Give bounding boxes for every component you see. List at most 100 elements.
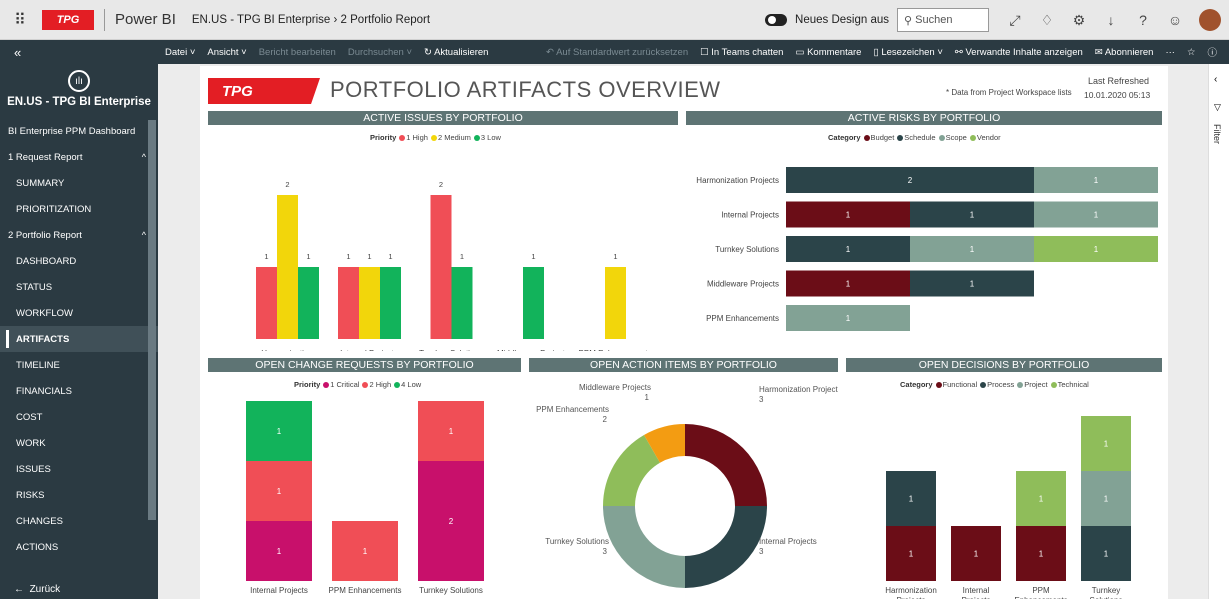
sidebar-item-label: ARTIFACTS xyxy=(16,333,70,345)
changes-visual[interactable]: OPEN CHANGE REQUESTS BY PORTFOLIO Priori… xyxy=(208,358,521,599)
sidebar-item-changes[interactable]: CHANGES xyxy=(0,508,158,534)
new-design-toggle[interactable] xyxy=(765,14,788,26)
app-name[interactable]: Power BI xyxy=(115,11,176,28)
risks-visual[interactable]: ACTIVE RISKS BY PORTFOLIO Category Budget… xyxy=(686,111,1162,351)
slice-value: 3 xyxy=(759,547,764,556)
issues-chart: 121HarmonizationProjects111Internal Proj… xyxy=(256,180,652,351)
slice-label: Internal Projects xyxy=(759,537,817,546)
bar xyxy=(430,195,452,339)
data-label: 2 xyxy=(908,176,913,185)
info-icon[interactable]: ⓘ xyxy=(1207,45,1217,59)
sidebar-item-issues[interactable]: ISSUES xyxy=(0,456,158,482)
last-refreshed-label: Last Refreshed xyxy=(1088,76,1150,86)
settings-icon[interactable]: ⚙ xyxy=(1063,12,1095,29)
command-bar: « Datei ˅ Ansicht ˅ Bericht bearbeiten D… xyxy=(0,40,1229,64)
download-icon[interactable]: ↓ xyxy=(1095,12,1127,28)
category-label: Internal Projects xyxy=(721,211,779,220)
sidebar-item-label: COST xyxy=(16,411,43,423)
back-button[interactable]: ← Zurück xyxy=(14,584,60,595)
sidebar-item-status[interactable]: STATUS xyxy=(0,274,158,300)
data-label: 1 xyxy=(1094,245,1099,254)
view-menu[interactable]: Ansicht ˅ xyxy=(207,47,246,58)
sidebar-item-label: WORK xyxy=(16,437,46,449)
collapse-pane-icon[interactable]: ‹ xyxy=(1214,74,1217,85)
sidebar-item-bi-enterprise-ppm-dashboard[interactable]: BI Enterprise PPM Dashboard xyxy=(0,118,158,144)
back-arrow-icon: ← xyxy=(14,584,30,595)
decisions-chart: 11HarmonizationProjects1InternalProjects… xyxy=(885,416,1131,599)
favorite-star-icon[interactable]: ☆ xyxy=(1187,47,1196,58)
data-label: 1 xyxy=(909,495,914,504)
decisions-visual[interactable]: OPEN DECISIONS BY PORTFOLIO Category Func… xyxy=(846,358,1162,599)
report-canvas: TPG PORTFOLIO ARTIFACTS OVERVIEW * Data … xyxy=(200,66,1168,599)
notifications-icon[interactable]: ♢ xyxy=(1031,12,1063,29)
sidebar-item-timeline[interactable]: TIMELINE xyxy=(0,352,158,378)
comments-button[interactable]: ▭ Kommentare xyxy=(795,47,861,58)
sidebar-item-actions[interactable]: ACTIONS xyxy=(0,534,158,560)
edit-report-button[interactable]: Bericht bearbeiten xyxy=(259,47,336,58)
breadcrumb[interactable]: EN.US - TPG BI Enterprise › 2 Portfolio … xyxy=(192,14,430,26)
sidebar-item-prioritization[interactable]: PRIORITIZATION xyxy=(0,196,158,222)
sidebar-item-label: STATUS xyxy=(16,281,53,293)
sidebar-item-label: BI Enterprise PPM Dashboard xyxy=(8,125,136,137)
sidebar-item-label: 1 Request Report xyxy=(8,151,83,163)
feedback-icon[interactable]: ☺ xyxy=(1159,12,1191,28)
reset-default-button[interactable]: ↶ Auf Standardwert zurücksetzen xyxy=(546,47,688,58)
sidebar-item-summary[interactable]: SUMMARY xyxy=(0,170,158,196)
avatar[interactable] xyxy=(1199,9,1221,31)
slice-value: 1 xyxy=(645,393,650,402)
sidebar-item-artifacts[interactable]: ARTIFACTS xyxy=(0,326,158,352)
sidebar-item-workflow[interactable]: WORKFLOW xyxy=(0,300,158,326)
actions-chart: Harmonization Projects 3Internal Projects… xyxy=(536,383,838,588)
data-label: 1 xyxy=(1104,495,1109,504)
sidebar-item-cost[interactable]: COST xyxy=(0,404,158,430)
sidebar-item-label: PRIORITIZATION xyxy=(16,203,92,215)
data-label: 1 xyxy=(388,252,392,261)
actions-visual[interactable]: OPEN ACTION ITEMS BY PORTFOLIO Harmoniza… xyxy=(529,358,838,599)
data-label: 2 xyxy=(449,517,454,526)
page-list: BI Enterprise PPM Dashboard 1 Request Rep… xyxy=(0,118,158,560)
sidebar-item-risks[interactable]: RISKS xyxy=(0,482,158,508)
bar xyxy=(523,267,544,339)
search-icon: ⚲ xyxy=(904,14,916,27)
sidebar-item-dashboard[interactable]: DASHBOARD xyxy=(0,248,158,274)
collapse-nav-icon[interactable]: « xyxy=(0,45,165,60)
changes-chart: 1 1 1 Internal Projects 1 PPM Enhancements 2 1 T… xyxy=(246,401,484,595)
sidebar-item-1-request-report[interactable]: 1 Request Report ^ xyxy=(0,144,158,170)
more-options-icon[interactable]: ··· xyxy=(1165,47,1175,58)
app-launcher-icon[interactable]: ⠿ xyxy=(0,0,40,40)
file-menu[interactable]: Datei ˅ xyxy=(165,47,195,58)
search-input[interactable]: ⚲ Suchen xyxy=(897,8,989,32)
sidebar-item-label: 2 Portfolio Report xyxy=(8,229,82,241)
reset-label: Auf Standardwert zurücksetzen xyxy=(556,46,689,58)
sidebar-item-2-portfolio-report[interactable]: 2 Portfolio Report ^ xyxy=(0,222,158,248)
sidebar-item-financials[interactable]: FINANCIALS xyxy=(0,378,158,404)
data-label: 1 xyxy=(846,211,851,220)
subscribe-button[interactable]: ✉ Abonnieren xyxy=(1095,47,1154,58)
category-label: PPM Enhancements xyxy=(329,586,402,595)
related-content-button[interactable]: ⚯ Verwandte Inhalte anzeigen xyxy=(955,47,1083,58)
divider xyxy=(104,8,105,31)
sidebar-scrollbar[interactable] xyxy=(148,120,156,520)
help-icon[interactable]: ? xyxy=(1127,12,1159,28)
expand-icon[interactable]: ⤢ xyxy=(999,12,1031,29)
data-label: 1 xyxy=(531,252,535,261)
slice-label: Harmonization Projects xyxy=(759,385,838,394)
explore-menu[interactable]: Durchsuchen ˅ xyxy=(348,47,412,58)
slice-label: PPM Enhancements xyxy=(536,405,609,414)
chevron-up-icon[interactable]: ^ xyxy=(142,230,146,240)
data-label: 1 xyxy=(1039,550,1044,559)
bookmarks-menu[interactable]: ▯ Lesezeichen ˅ xyxy=(873,47,942,58)
refresh-icon: ↻ xyxy=(424,46,435,58)
chevron-up-icon[interactable]: ^ xyxy=(142,152,146,162)
teams-chat-button[interactable]: ☐ In Teams chatten xyxy=(700,47,783,58)
filter-pane[interactable]: ‹ ▽ Filter xyxy=(1208,64,1229,599)
issues-visual[interactable]: ACTIVE ISSUES BY PORTFOLIO Priority 1 Hig… xyxy=(208,111,678,351)
bar xyxy=(256,267,277,339)
refresh-button[interactable]: ↻ Aktualisieren xyxy=(424,47,488,58)
category-label: PPM Enhancements xyxy=(579,349,652,351)
sidebar-item-work[interactable]: WORK xyxy=(0,430,158,456)
risks-chart: Harmonization Projects 2 1 Internal Project… xyxy=(696,167,1158,331)
data-label: 1 xyxy=(1039,495,1044,504)
reset-icon: ↶ xyxy=(546,46,557,58)
data-label: 1 xyxy=(846,245,851,254)
